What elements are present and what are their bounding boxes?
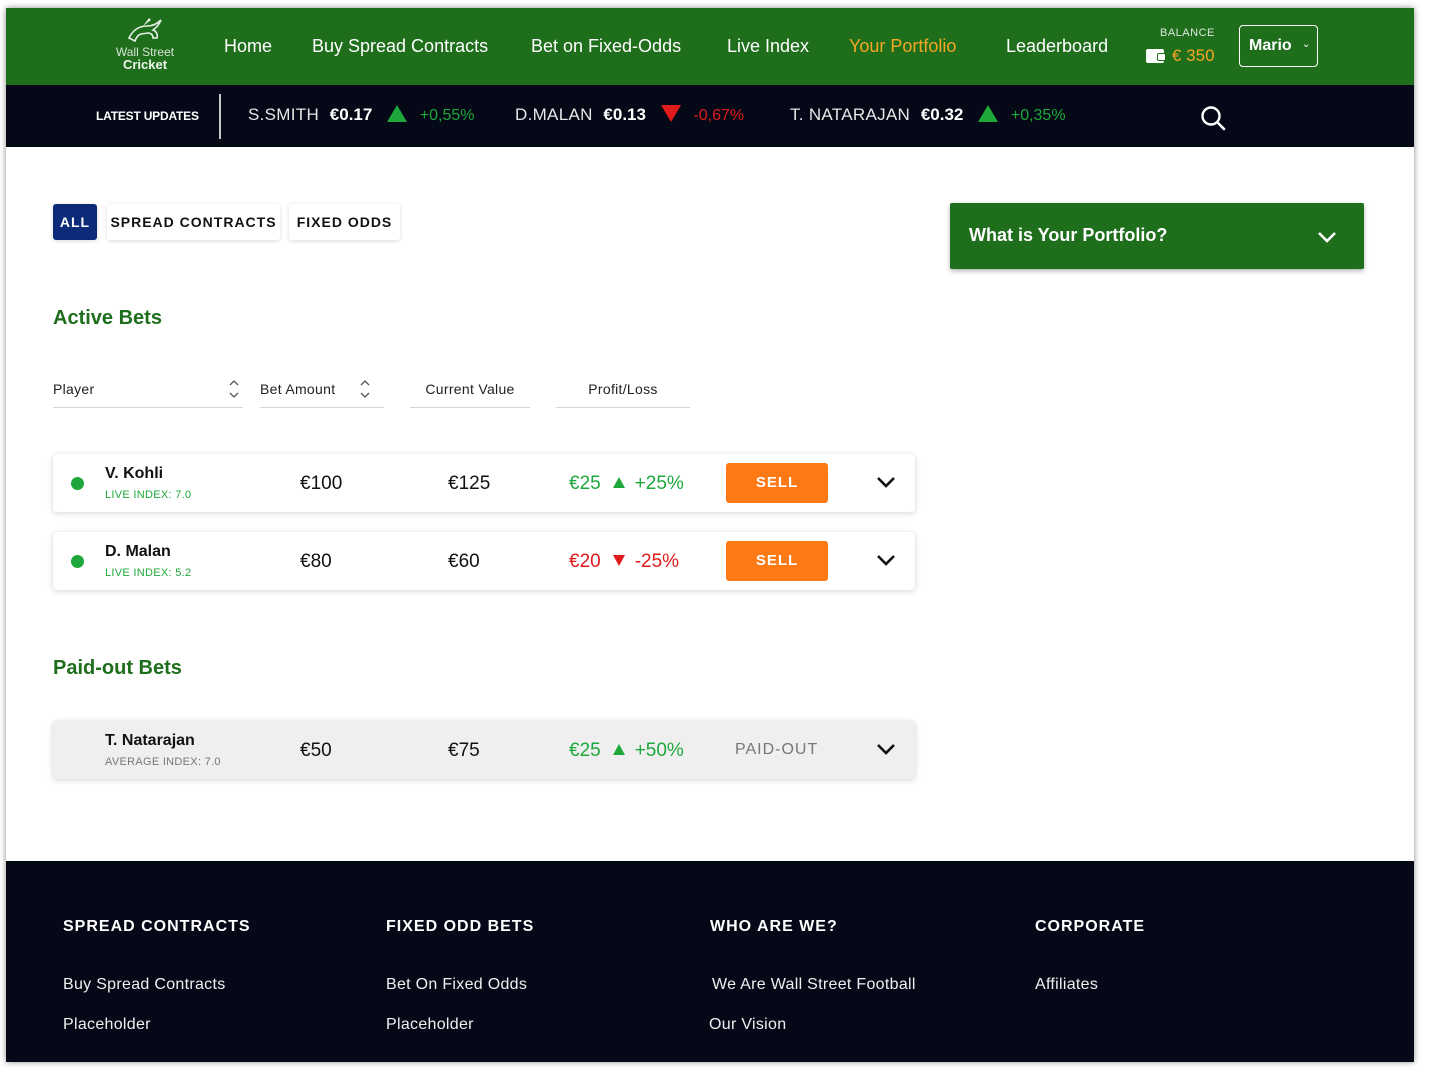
top-nav: Wall Street Cricket Home Buy Spread Cont… [6,8,1414,85]
current-value: €125 [448,473,491,494]
ticker-change: +0,35% [1010,107,1066,124]
footer-link[interactable]: Placeholder [63,1016,151,1034]
nav-leaderboard[interactable]: Leaderboard [1006,36,1108,57]
nav-bet-fixed-odds[interactable]: Bet on Fixed-Odds [531,36,681,57]
column-label: Bet Amount [260,381,336,397]
arrow-up-icon [978,105,999,122]
sort-icon[interactable] [360,378,370,400]
footer-link[interactable]: Placeholder [386,1016,474,1034]
profit-percent: +50% [634,740,684,761]
live-status-dot [71,477,84,490]
player-index: LIVE INDEX: 5.2 [105,567,192,579]
arrow-up-icon [612,477,625,488]
bet-amount: €50 [300,740,332,761]
ticker-price: €0.17 [329,105,373,124]
current-value: €75 [448,740,480,761]
player-name: D. Malan [105,543,171,560]
column-header-profit-loss: Profit/Loss [556,381,690,408]
player-name: T. Natarajan [105,732,195,749]
footer-link[interactable]: We Are Wall Street Football [712,976,916,994]
footer-heading: WHO ARE WE? [710,918,838,935]
column-label: Player [53,381,95,397]
profit-amount: €20 [569,551,601,572]
footer-link[interactable]: Affiliates [1035,976,1098,994]
nav-buy-spread-contracts[interactable]: Buy Spread Contracts [312,36,488,57]
ticker-price: €0.32 [920,105,964,124]
column-header-current-value: Current Value [410,381,530,408]
profit-loss: €20 -25% [569,551,679,573]
balance-value: € 350 [1172,46,1215,65]
profit-amount: €25 [569,473,601,494]
sort-icon[interactable] [229,378,239,400]
arrow-up-icon [612,744,625,755]
player-index: AVERAGE INDEX: 7.0 [105,756,221,768]
ticker-change: -0,67% [693,107,745,124]
user-menu-button[interactable]: Mario ⌄ [1239,25,1318,67]
arrow-down-icon [612,555,625,566]
bet-amount: €100 [300,473,343,494]
ticker-item[interactable]: D.MALAN €0.13 -0,67% [515,105,744,125]
accordion-title: What is Your Portfolio? [969,225,1168,245]
brand-logo[interactable]: Wall Street Cricket [102,16,188,78]
tab-spread-contracts[interactable]: SPREAD CONTRACTS [107,204,280,240]
app-frame: Wall Street Cricket Home Buy Spread Cont… [6,8,1414,1062]
bet-amount: €80 [300,551,332,572]
search-icon[interactable] [1200,105,1226,131]
column-header-bet-amount[interactable]: Bet Amount [260,378,384,408]
profit-loss: €25 +25% [569,473,684,495]
active-bets-title: Active Bets [53,307,162,329]
arrow-up-icon [387,105,408,122]
profit-percent: -25% [634,551,680,572]
profit-amount: €25 [569,740,601,761]
column-header-player[interactable]: Player [53,378,243,408]
tab-all[interactable]: ALL [53,204,97,240]
arrow-down-icon [660,105,681,122]
ticker-change: +0,55% [419,107,475,124]
balance-label: BALANCE [1160,27,1215,39]
brand-line-2: Cricket [122,57,168,72]
profit-loss: €25 +50% [569,740,684,762]
footer-heading: FIXED ODD BETS [386,918,535,935]
chevron-down-icon [1318,232,1336,243]
chevron-down-icon[interactable] [875,474,897,490]
player-name: V. Kohli [105,465,164,482]
latest-updates-label: LATEST UPDATES [96,109,199,123]
footer: SPREAD CONTRACTS Buy Spread Contracts Pl… [6,861,1414,1062]
tab-fixed-odds[interactable]: FIXED ODDS [289,204,400,240]
footer-link[interactable]: Our Vision [709,1016,786,1034]
sell-button[interactable]: SELL [726,463,828,503]
ticker-name: D.MALAN [515,105,593,124]
footer-link[interactable]: Buy Spread Contracts [63,976,226,994]
wallet-icon [1146,49,1166,63]
ticker-divider [219,94,221,139]
bet-row[interactable]: D. Malan LIVE INDEX: 5.2 €80 €60 €20 -25%… [53,532,915,590]
ticker-price: €0.13 [603,105,646,124]
portfolio-info-accordion[interactable]: What is Your Portfolio? [950,203,1364,269]
footer-heading: CORPORATE [1035,918,1146,935]
ticker-item[interactable]: S.SMITH €0.17 +0,55% [248,105,475,125]
profit-percent: +25% [634,473,684,494]
ticker-item[interactable]: T. NATARAJAN €0.32 +0,35% [790,105,1066,125]
live-status-dot [71,555,84,568]
footer-link[interactable]: Bet On Fixed Odds [386,976,527,994]
chevron-down-icon[interactable] [875,552,897,568]
nav-your-portfolio[interactable]: Your Portfolio [849,36,956,57]
player-index: LIVE INDEX: 7.0 [105,489,192,501]
ticker-name: T. NATARAJAN [790,105,911,124]
bull-icon [127,18,162,43]
ticker-name: S.SMITH [248,105,320,124]
paid-out-status: PAID-OUT [735,741,819,758]
user-name: Mario [1249,37,1292,54]
bet-row[interactable]: V. Kohli LIVE INDEX: 7.0 €100 €125 €25 +2… [53,454,915,512]
chevron-down-icon[interactable] [875,741,897,757]
ticker-bar: LATEST UPDATES S.SMITH €0.17 +0,55% D.MA… [6,85,1414,147]
paid-out-bets-title: Paid-out Bets [53,657,182,679]
footer-heading: SPREAD CONTRACTS [63,918,251,935]
sell-button[interactable]: SELL [726,541,828,581]
paid-bet-row[interactable]: T. Natarajan AVERAGE INDEX: 7.0 €50 €75 … [53,721,915,779]
current-value: €60 [448,551,480,572]
nav-live-index[interactable]: Live Index [727,36,809,57]
nav-home[interactable]: Home [224,36,272,57]
chevron-down-icon: ⌄ [1302,39,1311,50]
